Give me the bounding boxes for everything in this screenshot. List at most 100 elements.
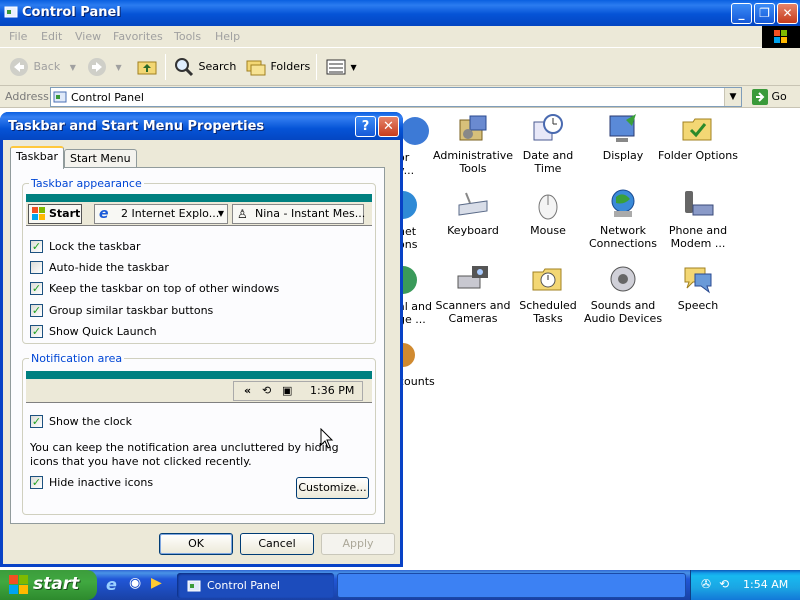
go-button[interactable]: Go [752, 89, 787, 105]
maximize-button[interactable]: ❐ [754, 3, 775, 24]
windows-flag-icon [9, 575, 28, 594]
control-panel-icon [53, 91, 67, 103]
scheduled-tasks-icon [532, 268, 562, 291]
customize-button[interactable]: Customize... [296, 477, 369, 499]
preview-start-label: Start [49, 207, 81, 220]
up-folder-button[interactable] [136, 56, 158, 78]
apply-button[interactable]: Apply [321, 533, 395, 555]
menu-edit[interactable]: Edit [41, 30, 62, 43]
address-value: Control Panel [71, 91, 144, 104]
address-label: Address [5, 90, 49, 103]
control-panel-item-administrative-tools[interactable]: Administrative Tools [433, 112, 513, 175]
window-title: Control Panel [22, 5, 121, 20]
back-label: Back [33, 60, 61, 73]
task-button-empty[interactable] [337, 573, 686, 598]
tab-start-menu[interactable]: Start Menu [64, 149, 137, 168]
tray-connection-icon[interactable]: ✇ [701, 577, 711, 591]
tab-taskbar[interactable]: Taskbar [10, 146, 64, 169]
forward-button[interactable]: ▼ [86, 56, 122, 78]
quick-launch-checkbox[interactable]: ✓ [30, 325, 43, 338]
control-panel-item-date-and-time[interactable]: Date and Time [508, 112, 588, 175]
messenger-icon: ♙ [237, 207, 248, 221]
keyboard-icon [458, 192, 488, 216]
tray-preview-time: 1:36 PM [310, 384, 355, 397]
toolbar: Back ▼ ▼ Search Folders ▼ [0, 48, 800, 86]
address-dropdown-icon[interactable]: ▼ [724, 88, 741, 106]
menu-file[interactable]: File [9, 30, 27, 43]
keep-on-top-checkbox[interactable]: ✓ [30, 282, 43, 295]
toolbar-separator [165, 54, 166, 80]
folder-options-icon [682, 118, 712, 141]
search-icon [175, 58, 194, 77]
back-button[interactable]: Back ▼ [8, 56, 76, 78]
control-panel-item-sounds-and-audio-devices[interactable]: Sounds and Audio Devices [583, 262, 663, 325]
taskbar-appearance-title: Taskbar appearance [29, 177, 144, 190]
go-arrow-icon [752, 89, 768, 105]
preview-task-label-2: Nina - Instant Mes... [255, 207, 366, 220]
views-dropdown-icon[interactable]: ▼ [351, 63, 357, 72]
folders-label: Folders [270, 60, 311, 73]
taskbar-preview-bar [26, 194, 372, 202]
forward-arrow-icon [88, 58, 106, 76]
group-buttons-checkbox[interactable]: ✓ [30, 304, 43, 317]
display-icon [609, 114, 636, 142]
minimize-button[interactable]: _ [731, 3, 752, 24]
window-titlebar[interactable]: Control Panel _ ❐ ✕ [0, 0, 800, 26]
cancel-button[interactable]: Cancel [240, 533, 314, 555]
auto-hide-checkbox[interactable] [30, 261, 43, 274]
folders-button[interactable]: Folders [245, 56, 310, 78]
network-connections-icon [611, 189, 635, 217]
control-panel-item-mouse[interactable]: Mouse [508, 187, 588, 237]
sounds-audio-icon [610, 266, 636, 292]
ok-button[interactable]: OK [159, 533, 233, 555]
search-button[interactable]: Search [173, 56, 236, 78]
menu-view[interactable]: View [75, 30, 101, 43]
control-panel-item-speech[interactable]: Speech [658, 262, 738, 312]
notification-description: You can keep the notification area unclu… [30, 441, 339, 468]
media-player-quicklaunch-icon[interactable]: ▶ [151, 575, 162, 591]
address-bar: Address Control Panel ▼ Go [0, 86, 800, 108]
address-input[interactable]: Control Panel ▼ [50, 87, 742, 107]
forward-dropdown-icon[interactable]: ▼ [116, 63, 122, 72]
system-tray: ✇ ⟲ 1:54 AM [690, 570, 800, 600]
dialog-close-button[interactable]: ✕ [378, 116, 399, 137]
control-panel-item-scanners-and-cameras[interactable]: Scanners and Cameras [433, 262, 513, 325]
tray-sync-icon[interactable]: ⟲ [719, 577, 729, 591]
menu-favorites[interactable]: Favorites [113, 30, 163, 43]
control-panel-item-scheduled-tasks[interactable]: Scheduled Tasks [508, 262, 588, 325]
menu-help[interactable]: Help [215, 30, 240, 43]
search-label: Search [198, 60, 237, 73]
control-panel-item-display[interactable]: Display [583, 112, 663, 162]
internet-explorer-quicklaunch-icon[interactable]: e [106, 575, 117, 594]
control-panel-item-folder-options[interactable]: Folder Options [658, 112, 738, 162]
back-dropdown-icon[interactable]: ▼ [70, 63, 76, 72]
control-panel-item-keyboard[interactable]: Keyboard [433, 187, 513, 237]
back-arrow-icon [10, 58, 28, 76]
notification-area-title: Notification area [29, 352, 125, 365]
mouse-cursor-icon [320, 428, 334, 449]
preview-task-label-1: 2 Internet Explo... [121, 207, 220, 220]
control-panel-item-phone-and-modem[interactable]: Phone and Modem ... [658, 187, 738, 250]
menu-tools[interactable]: Tools [174, 30, 201, 43]
start-button[interactable]: start [0, 570, 97, 600]
taskbar-preview: Start e 2 Internet Explo... ▼ ♙ Nina - I… [26, 202, 372, 226]
phone-modem-icon [685, 191, 714, 216]
task-button-control-panel[interactable]: Control Panel [177, 573, 334, 598]
lock-taskbar-checkbox[interactable]: ✓ [30, 240, 43, 253]
views-button[interactable]: ▼ [325, 56, 357, 78]
help-button[interactable]: ? [355, 116, 376, 137]
preview-tray: « ⟲ ▣ 1:36 PM [233, 381, 363, 401]
go-label: Go [771, 90, 787, 103]
internet-explorer-icon: e [99, 206, 109, 222]
control-panel-item-network-connections[interactable]: Network Connections [583, 187, 663, 250]
tray-clock[interactable]: 1:54 AM [743, 578, 788, 591]
toolbar-separator [316, 54, 317, 80]
notification-preview: « ⟲ ▣ 1:36 PM [26, 379, 372, 403]
task-button-label: Control Panel [207, 579, 280, 592]
show-clock-checkbox[interactable]: ✓ [30, 415, 43, 428]
messenger-quicklaunch-icon[interactable]: ◉ [129, 575, 141, 591]
close-button[interactable]: ✕ [777, 3, 798, 24]
dialog-titlebar[interactable]: Taskbar and Start Menu Properties ? ✕ [0, 112, 403, 140]
control-panel-icon [4, 6, 18, 18]
hide-inactive-checkbox[interactable]: ✓ [30, 476, 43, 489]
